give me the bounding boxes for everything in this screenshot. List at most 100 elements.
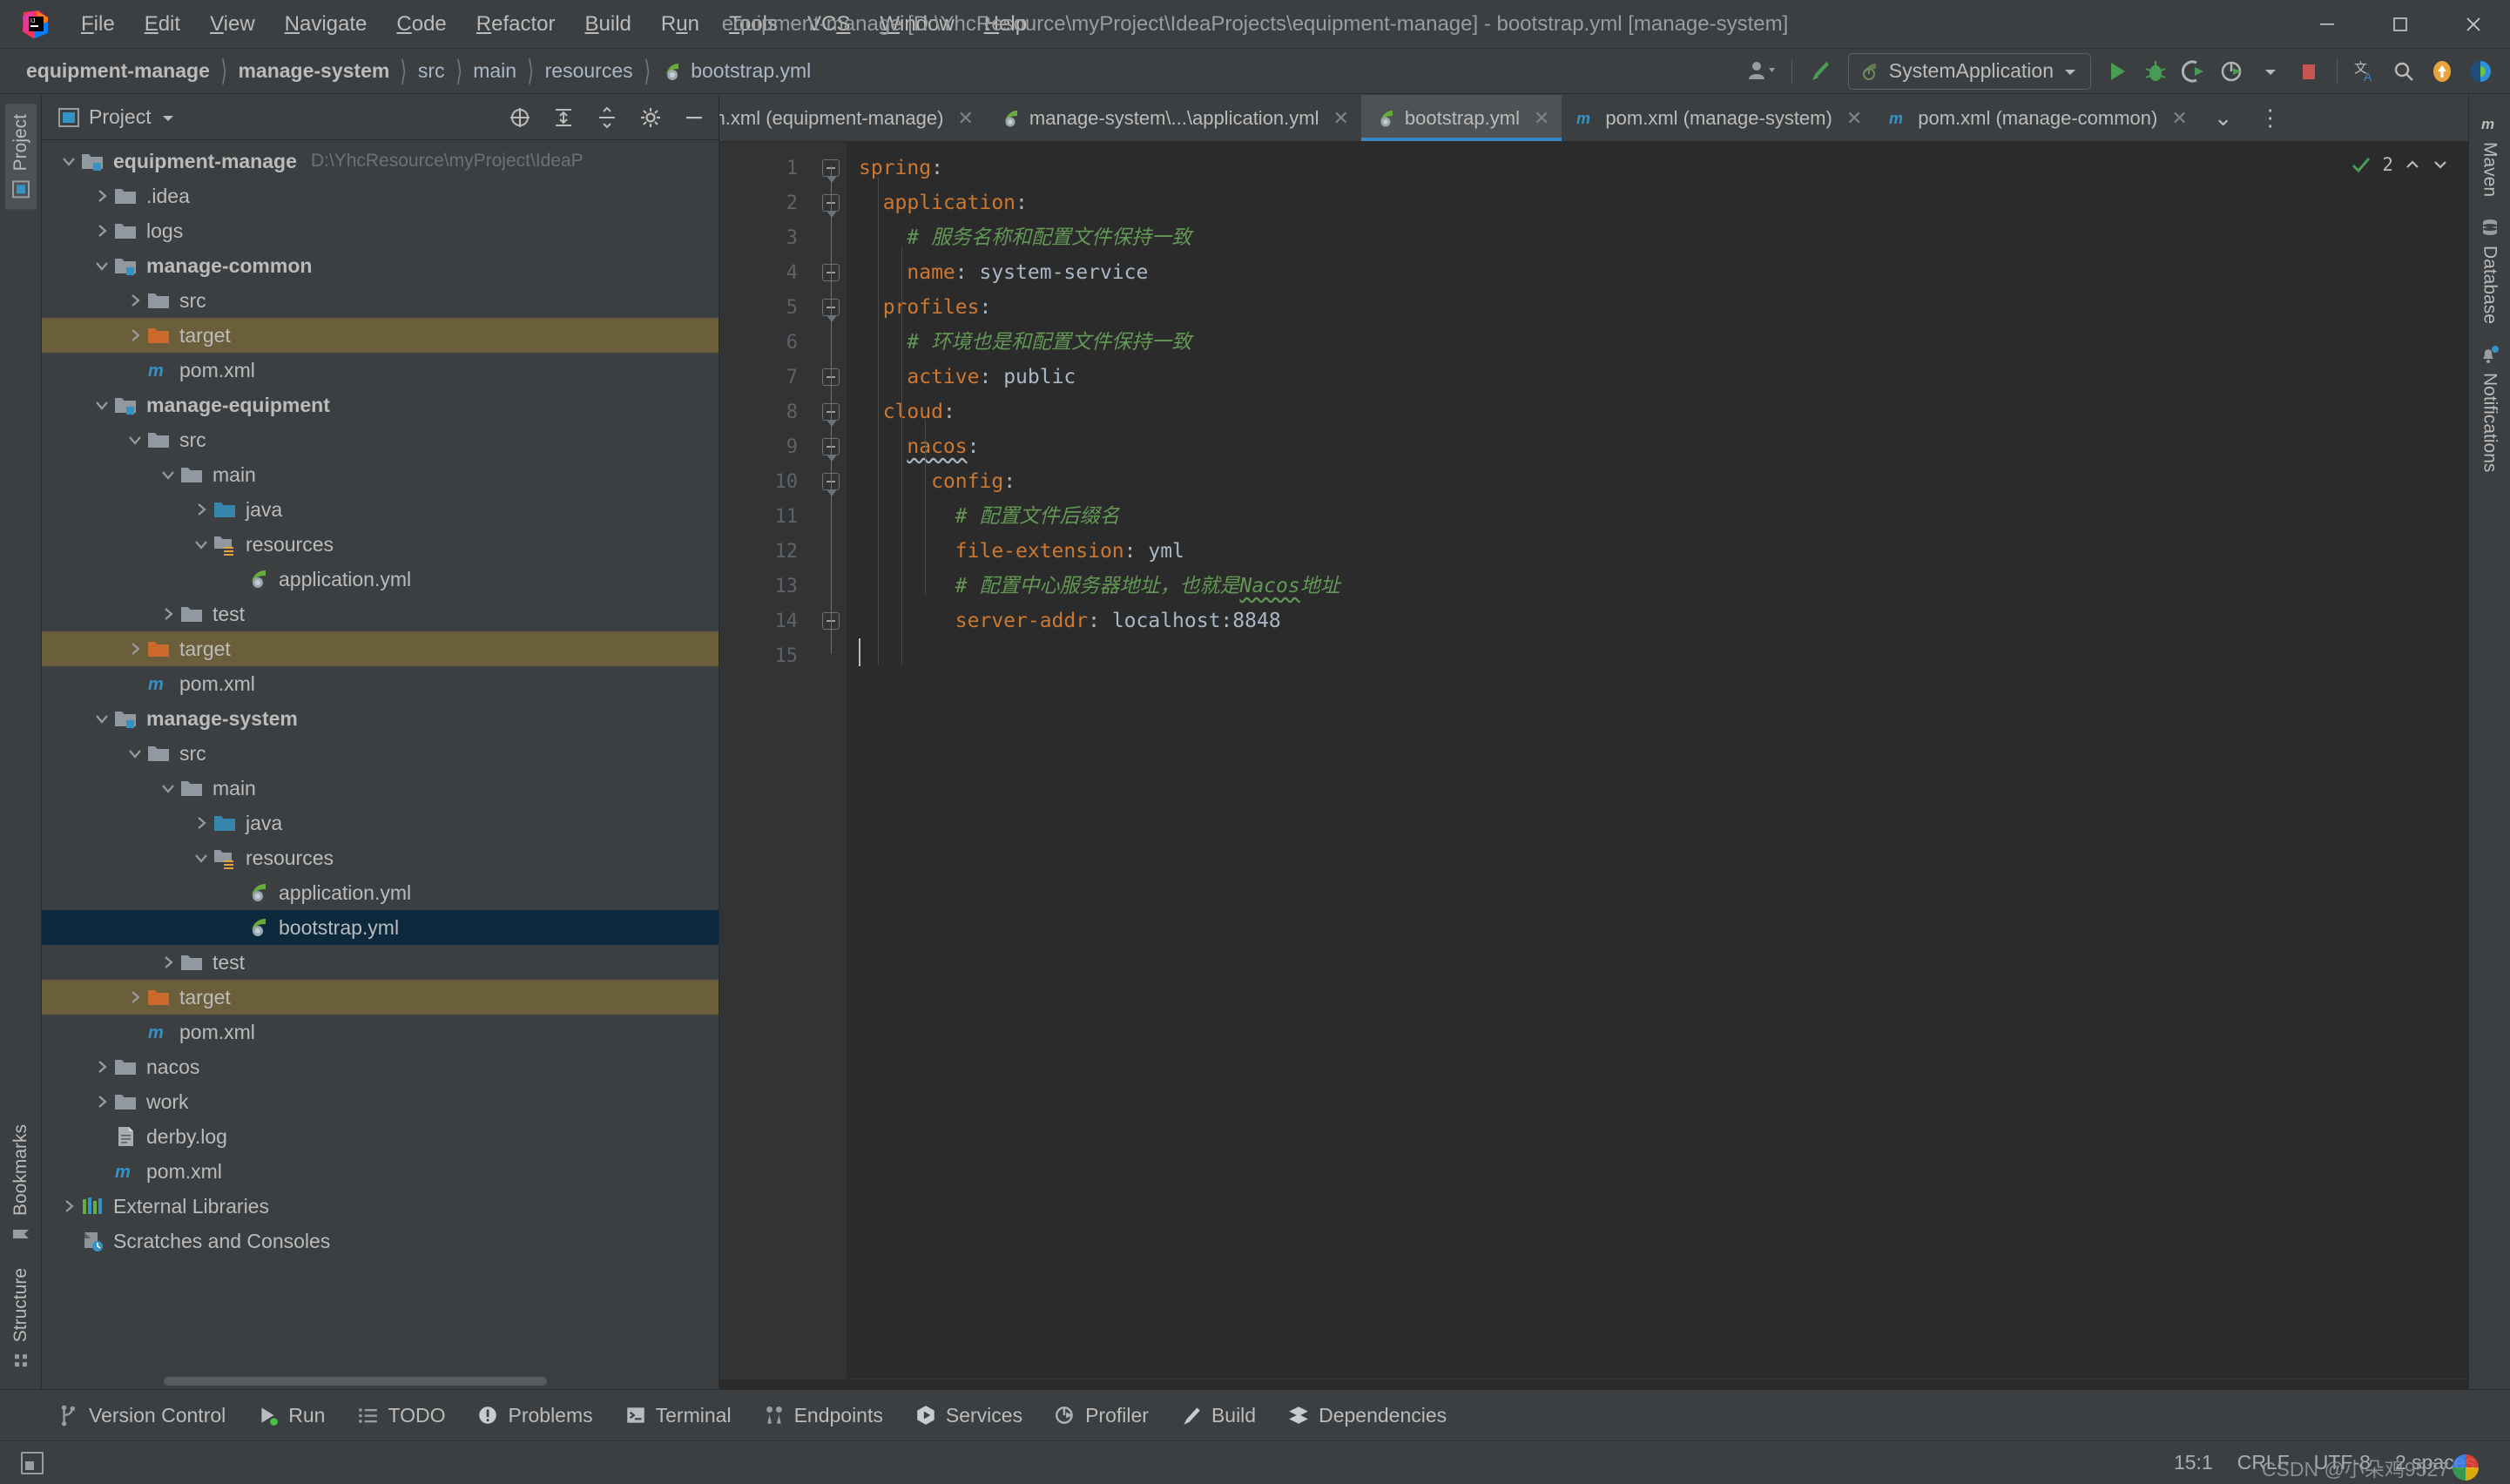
chevron-right-icon[interactable]	[57, 1197, 80, 1215]
chevron-right-icon[interactable]	[190, 814, 213, 832]
tree-node-scratches-and-consoles[interactable]: Scratches and Consoles	[42, 1224, 719, 1258]
chevron-right-icon[interactable]	[91, 1058, 113, 1076]
code-text[interactable]: 2 spring: application: # 服务名称和配置文件保持一致 n…	[847, 142, 2468, 1389]
run-button[interactable]	[2098, 52, 2136, 91]
fold-region[interactable]	[817, 360, 847, 395]
menu-file[interactable]: File	[66, 9, 130, 40]
run-with-coverage-icon[interactable]	[2175, 52, 2213, 91]
line-separator[interactable]: CRLF	[2225, 1447, 2302, 1478]
chevron-right-icon[interactable]	[124, 640, 146, 658]
fold-region[interactable]	[817, 151, 847, 186]
chevron-down-icon[interactable]	[57, 152, 80, 170]
tree-node-pom-xml[interactable]: m pom.xml	[42, 353, 719, 388]
code-line[interactable]: active: public	[847, 360, 2468, 395]
code-line[interactable]: config:	[847, 464, 2468, 499]
tree-node-pom-xml[interactable]: m pom.xml	[42, 1015, 719, 1049]
fold-region[interactable]	[817, 569, 847, 604]
tree-node-pom-xml[interactable]: m pom.xml	[42, 666, 719, 701]
chevron-right-icon[interactable]	[124, 292, 146, 309]
editor-tab-overflow-button[interactable]: ⌄	[2200, 95, 2245, 141]
editor-tab-pom-xml-equipment-manage-[interactable]: pom.xml (equipment-manage) ✕	[719, 95, 986, 141]
tree-node-external-libraries[interactable]: External Libraries	[42, 1189, 719, 1224]
tree-node-manage-system[interactable]: manage-system	[42, 701, 719, 736]
chevron-right-icon[interactable]	[91, 222, 113, 239]
caret-position[interactable]: 15:1	[2162, 1447, 2225, 1478]
menu-tools[interactable]: Tools	[714, 9, 793, 40]
sidebar-item-structure[interactable]: Structure	[5, 1258, 37, 1379]
tree-node-resources[interactable]: resources	[42, 527, 719, 562]
sidebar-item-database[interactable]: Database	[2474, 207, 2506, 334]
tool-window-button-run[interactable]: Run	[241, 1399, 341, 1433]
sidebar-item-project[interactable]: Project	[4, 104, 37, 210]
fold-region[interactable]	[817, 604, 847, 638]
minimize-button[interactable]	[2291, 0, 2364, 49]
menu-vcs[interactable]: VCS	[793, 9, 865, 40]
show-tool-windows-icon[interactable]	[21, 1451, 44, 1474]
chevron-down-icon[interactable]	[190, 536, 213, 553]
fold-region[interactable]	[817, 220, 847, 255]
select-opened-file-icon[interactable]	[503, 100, 537, 135]
tree-node-bootstrap-yml[interactable]: bootstrap.yml	[42, 910, 719, 945]
code-line[interactable]: # 服务名称和配置文件保持一致	[847, 220, 2468, 255]
editor-tab-pom-xml-manage-system-[interactable]: m pom.xml (manage-system) ✕	[1562, 95, 1874, 141]
menu-help[interactable]: Help	[969, 9, 1042, 40]
chevron-down-icon[interactable]	[157, 466, 179, 483]
fold-region[interactable]	[817, 429, 847, 464]
tree-node-application-yml[interactable]: application.yml	[42, 562, 719, 597]
gear-icon[interactable]	[633, 100, 668, 135]
expand-all-icon[interactable]	[546, 100, 581, 135]
tree-node-main[interactable]: main	[42, 457, 719, 492]
close-button[interactable]	[2437, 0, 2510, 49]
close-icon[interactable]: ✕	[1333, 107, 1348, 130]
fold-region[interactable]	[817, 395, 847, 429]
menu-code[interactable]: Code	[381, 9, 461, 40]
editor-tab-pom-xml-manage-common-[interactable]: m pom.xml (manage-common) ✕	[1874, 95, 2200, 141]
tree-node-target[interactable]: target	[42, 318, 719, 353]
chevron-down-icon[interactable]	[124, 745, 146, 762]
maximize-button[interactable]	[2364, 0, 2437, 49]
breadcrumb-main[interactable]: main	[469, 57, 520, 85]
profiler-dropdown-icon[interactable]	[2251, 52, 2290, 91]
editor-tab-bootstrap-yml[interactable]: bootstrap.yml ✕	[1360, 95, 1562, 141]
tree-node-src[interactable]: src	[42, 422, 719, 457]
chevron-right-icon[interactable]	[124, 988, 146, 1006]
chevron-right-icon[interactable]	[124, 327, 146, 344]
tree-node-src[interactable]: src	[42, 736, 719, 771]
chevron-right-icon[interactable]	[157, 954, 179, 971]
chevron-down-icon[interactable]	[91, 710, 113, 727]
tool-window-button-dependencies[interactable]: Dependencies	[1272, 1399, 1462, 1433]
code-line[interactable]: # 配置文件后缀名	[847, 499, 2468, 534]
fold-region[interactable]	[817, 638, 847, 673]
chevron-down-icon[interactable]	[91, 396, 113, 414]
menu-view[interactable]: View	[195, 9, 270, 40]
fold-region[interactable]	[817, 499, 847, 534]
translate-icon[interactable]: 文 A	[2346, 52, 2385, 91]
breadcrumb-resources[interactable]: resources	[542, 57, 637, 85]
profiler-icon[interactable]	[2213, 52, 2251, 91]
breadcrumb-bootstrap-yml[interactable]: bootstrap.yml	[658, 57, 814, 85]
tree-node-pom-xml[interactable]: m pom.xml	[42, 1154, 719, 1189]
sidebar-item-maven[interactable]: m Maven	[2474, 104, 2506, 207]
tool-window-button-problems[interactable]: Problems	[461, 1399, 608, 1433]
code-line[interactable]: # 环境也是和配置文件保持一致	[847, 325, 2468, 360]
build-hammer-icon[interactable]	[1801, 52, 1841, 91]
tool-window-button-terminal[interactable]: Terminal	[609, 1399, 747, 1433]
minus-icon[interactable]	[677, 100, 712, 135]
tree-node-manage-equipment[interactable]: manage-equipment	[42, 388, 719, 422]
update-arrow-icon[interactable]	[2423, 52, 2461, 91]
fold-region[interactable]	[817, 186, 847, 220]
tree-node--idea[interactable]: .idea	[42, 179, 719, 213]
tool-window-button-endpoints[interactable]: Endpoints	[747, 1399, 899, 1433]
menu-navigate[interactable]: Navigate	[270, 9, 382, 40]
chevron-right-icon[interactable]	[190, 501, 213, 518]
tool-window-button-todo[interactable]: TODO	[341, 1399, 461, 1433]
tree-node-equipment-manage[interactable]: equipment-manage D:\YhcResource\myProject…	[42, 144, 719, 179]
code-line[interactable]	[847, 638, 2468, 673]
breadcrumb-manage-system[interactable]: manage-system	[234, 57, 393, 85]
project-tree-horizontal-scrollbar[interactable]	[164, 1377, 547, 1386]
code-line[interactable]: # 配置中心服务器地址，也就是Nacos地址	[847, 569, 2468, 604]
tree-node-src[interactable]: src	[42, 283, 719, 318]
project-view-dropdown-icon[interactable]	[160, 112, 176, 123]
tree-node-test[interactable]: test	[42, 597, 719, 631]
code-line[interactable]: spring:	[847, 151, 2468, 186]
